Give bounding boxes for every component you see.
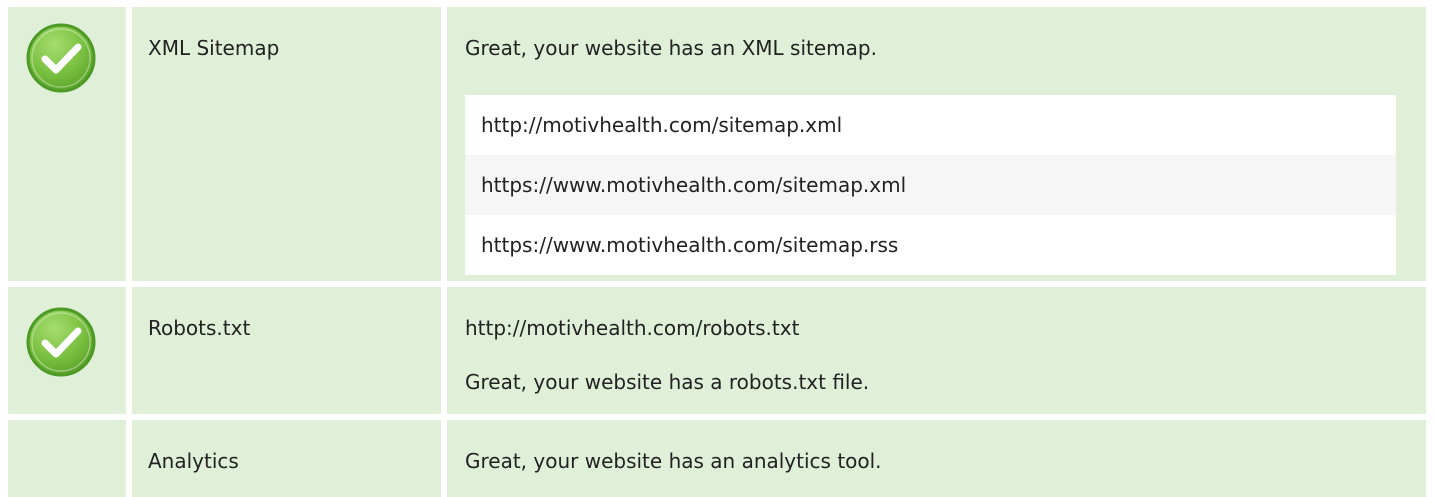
check-circle-icon (26, 23, 96, 93)
check-message: Great, your website has a robots.txt fil… (465, 370, 870, 394)
check-row-sitemap: XML Sitemap Great, your website has an X… (8, 7, 1426, 281)
check-detail-cell: http://motivhealth.com/robots.txt Great,… (447, 287, 1426, 414)
sitemap-url-item: http://motivhealth.com/sitemap.xml (465, 95, 1396, 155)
check-name: XML Sitemap (148, 36, 280, 60)
check-detail-cell: Great, your website has an analytics too… (447, 420, 1426, 497)
robots-url: http://motivhealth.com/robots.txt (465, 316, 800, 340)
check-name: Analytics (148, 449, 239, 473)
check-message: Great, your website has an XML sitemap. (465, 36, 877, 60)
check-name-cell: Analytics (126, 420, 447, 497)
sitemap-url-item: https://www.motivhealth.com/sitemap.xml (465, 155, 1396, 215)
check-detail-cell: Great, your website has an XML sitemap. … (447, 7, 1426, 281)
sitemap-url-list: http://motivhealth.com/sitemap.xml https… (465, 95, 1396, 275)
check-message: Great, your website has an analytics too… (465, 449, 882, 473)
check-name-cell: Robots.txt (126, 287, 447, 414)
sitemap-url-item: https://www.motivhealth.com/sitemap.rss (465, 215, 1396, 275)
check-row-analytics: Analytics Great, your website has an ana… (8, 420, 1426, 497)
check-name-cell: XML Sitemap (126, 7, 447, 281)
status-cell (8, 7, 120, 281)
status-cell (8, 420, 120, 497)
status-cell (8, 287, 120, 414)
check-circle-icon (26, 307, 96, 377)
check-row-robots: Robots.txt http://motivhealth.com/robots… (8, 287, 1426, 414)
check-name: Robots.txt (148, 316, 251, 340)
